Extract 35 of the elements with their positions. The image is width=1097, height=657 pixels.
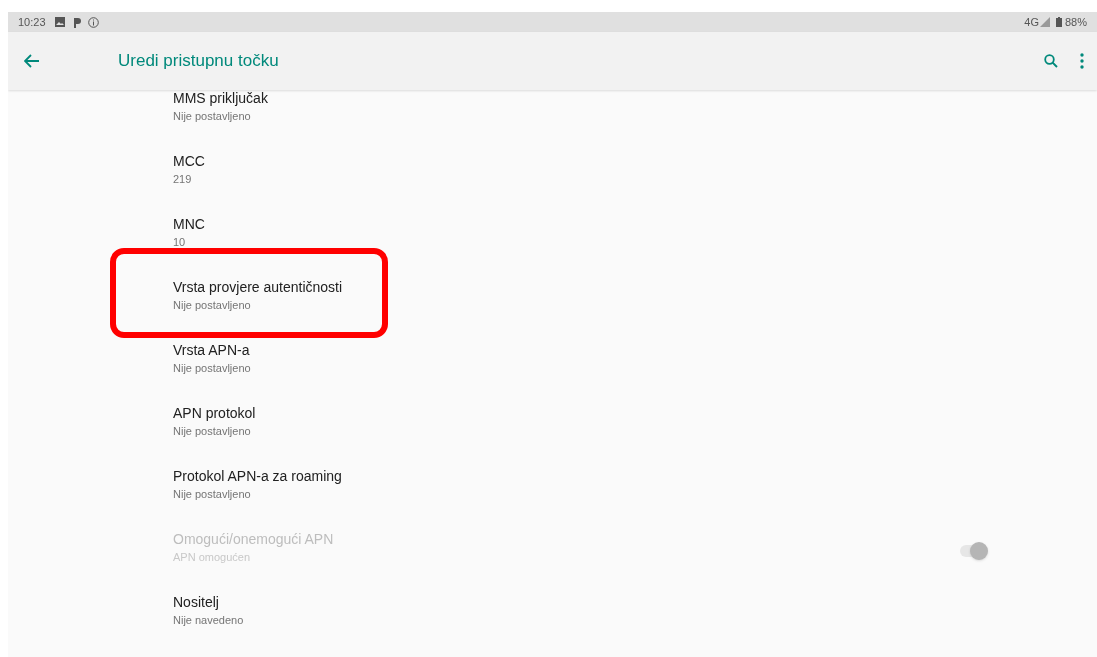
- network-type: 4G: [1024, 14, 1039, 30]
- item-summary: Nije navedeno: [173, 613, 244, 627]
- settings-item[interactable]: Vrsta APN-a Nije postavljeno: [8, 342, 1097, 405]
- status-time: 10:23: [18, 14, 46, 30]
- item-summary: 219: [173, 172, 193, 186]
- item-summary: Nije postavljeno: [173, 487, 252, 501]
- item-title: Vrsta provjere autentičnosti: [173, 279, 343, 295]
- item-title: Protokol APN-a za roaming: [173, 468, 342, 484]
- item-summary: Nije postavljeno: [173, 361, 251, 375]
- item-title: APN protokol: [173, 405, 256, 421]
- settings-item[interactable]: MCC 219: [8, 153, 1097, 216]
- item-title: MCC: [173, 153, 205, 169]
- item-title: Nositelj: [173, 594, 220, 610]
- p-icon: [72, 16, 82, 28]
- item-title: MMS priključak: [173, 90, 268, 106]
- more-options-button[interactable]: [1077, 51, 1087, 71]
- item-title: Vrsta APN-a: [173, 342, 251, 358]
- settings-item[interactable]: Protokol APN-a za roaming Nije postavljeno: [8, 468, 1097, 531]
- settings-item[interactable]: MNC 10: [8, 216, 1097, 279]
- battery-icon: [1055, 17, 1062, 27]
- item-summary: Nije postavljeno: [173, 109, 252, 123]
- battery-level: 88%: [1064, 14, 1087, 30]
- signal-icon: [1039, 17, 1050, 27]
- settings-item[interactable]: Nositelj Nije navedeno: [8, 594, 1097, 657]
- settings-item[interactable]: MMS priključak Nije postavljeno: [8, 90, 1097, 153]
- item-summary: 10: [173, 235, 187, 249]
- settings-item[interactable]: APN protokol Nije postavljeno: [8, 405, 1097, 468]
- settings-item[interactable]: Vrsta provjere autentičnosti Nije postavljeno: [8, 279, 1097, 342]
- item-summary: Nije postavljeno: [173, 298, 252, 312]
- info-icon: [87, 16, 99, 28]
- image-icon: [54, 17, 65, 27]
- screen-title: Uredi pristupnu točku: [118, 50, 279, 73]
- item-title: MNC: [173, 216, 205, 232]
- item-title: Omogući/onemogući APN: [173, 531, 334, 547]
- item-summary: Nije postavljeno: [173, 424, 252, 438]
